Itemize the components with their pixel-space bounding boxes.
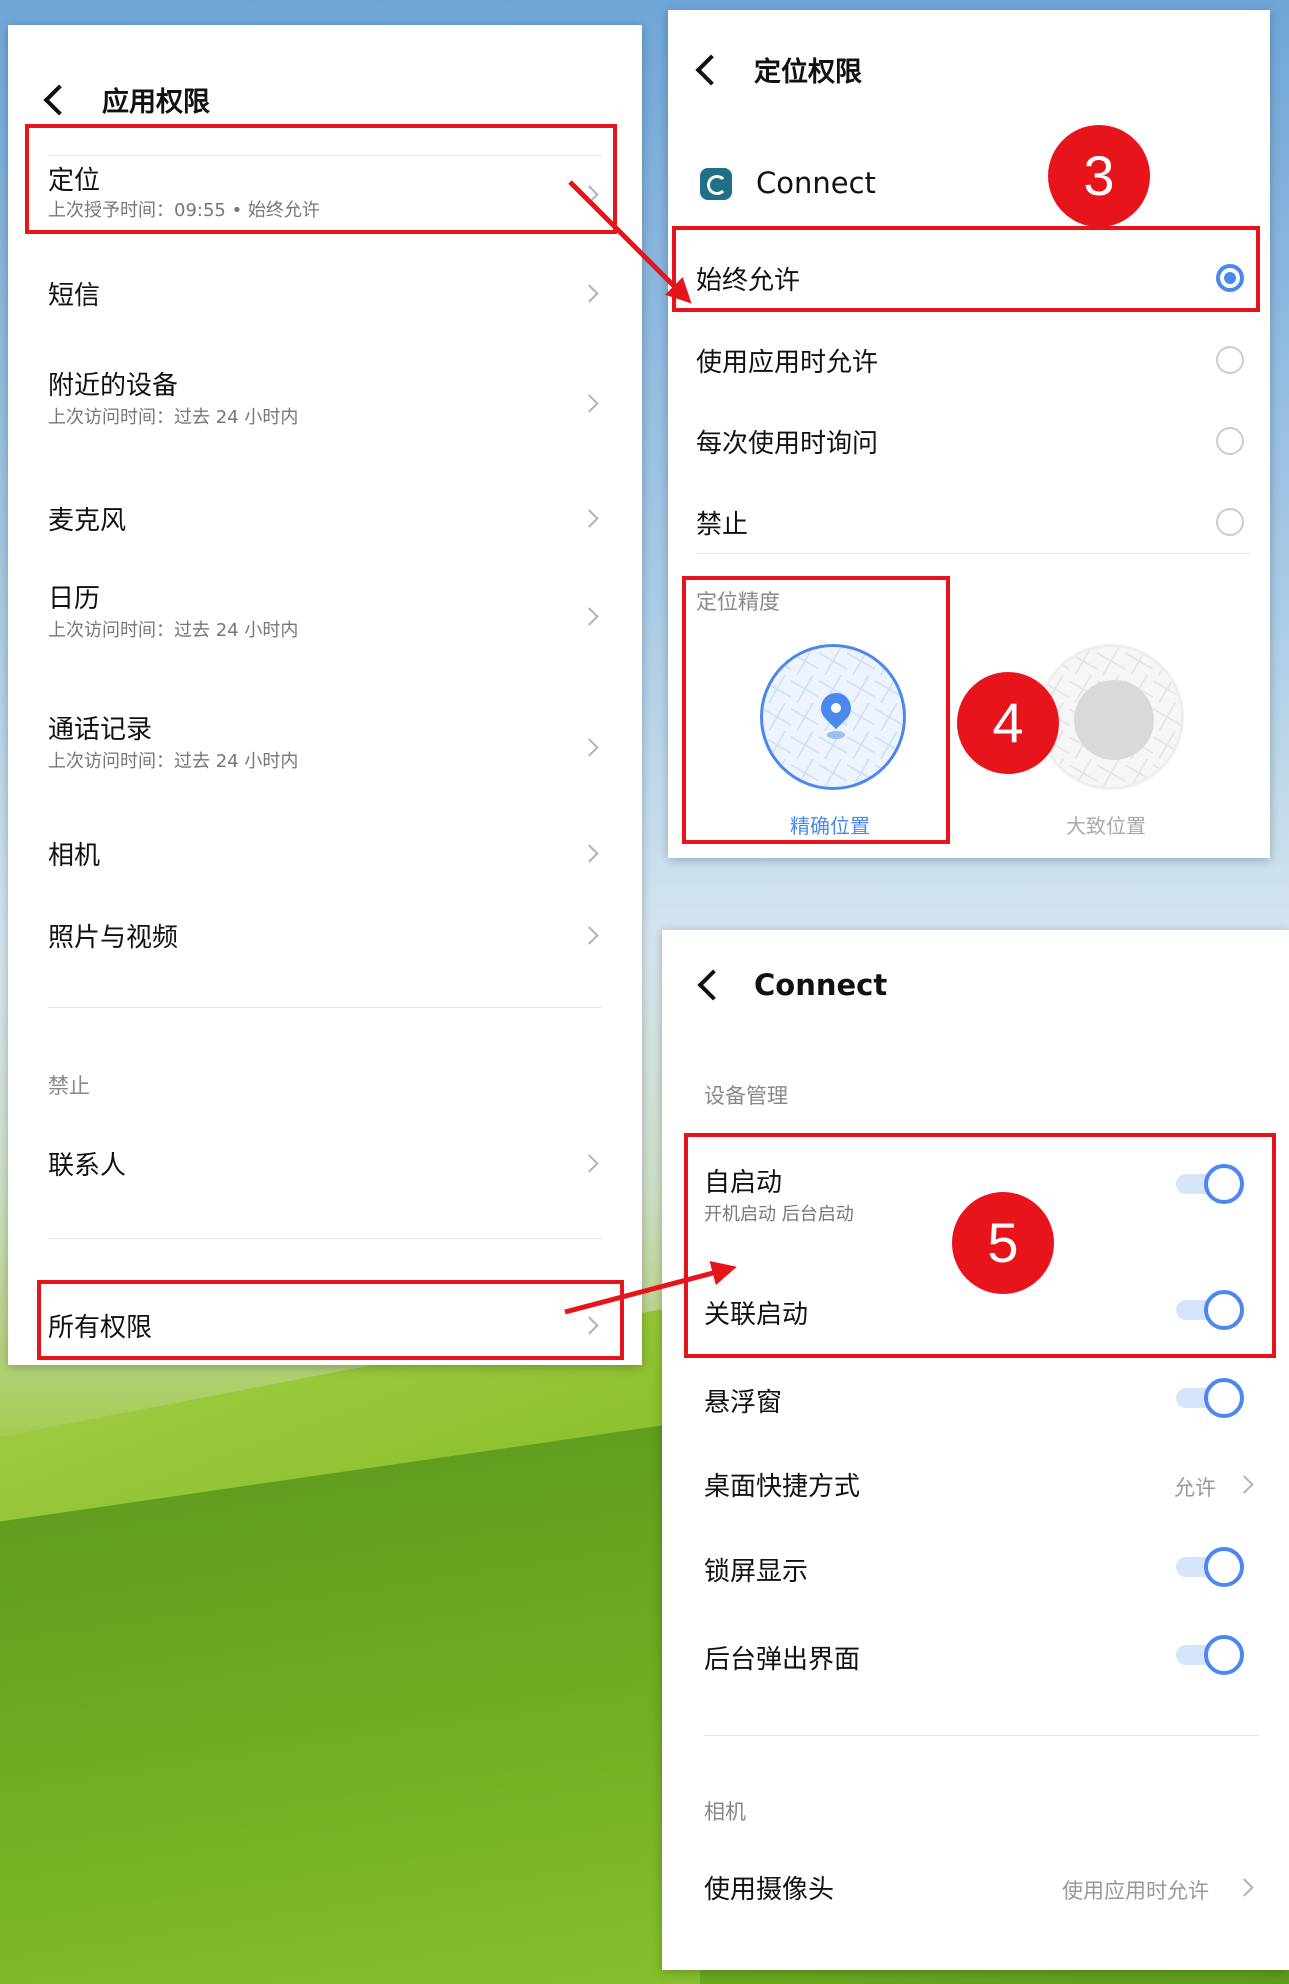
item-title: 照片与视频: [48, 923, 179, 953]
item-title: 锁屏显示: [704, 1557, 809, 1587]
item-subtitle: 上次访问时间：过去 24 小时内: [48, 620, 299, 641]
option-ask-every-time[interactable]: 每次使用时询问: [668, 411, 1270, 471]
item-title: 相机: [48, 841, 101, 871]
setting-floating-window[interactable]: 悬浮窗: [662, 1378, 1289, 1438]
item-value: 使用应用时允许: [1062, 1879, 1209, 1903]
radio-unselected[interactable]: [1216, 508, 1244, 536]
highlight-precise-location: [682, 576, 950, 844]
approximate-location-option[interactable]: [1038, 644, 1184, 790]
permission-item-microphone[interactable]: 麦克风: [8, 490, 642, 550]
section-label-device: 设备管理: [704, 1084, 788, 1108]
item-title: 通话记录: [48, 715, 153, 745]
approximate-location-label: 大致位置: [1066, 814, 1146, 838]
chevron-right-icon: [580, 738, 599, 757]
option-label: 禁止: [696, 510, 749, 540]
item-subtitle: 上次访问时间：过去 24 小时内: [48, 751, 299, 772]
highlight-all-permissions: [37, 1280, 624, 1360]
connect-app-icon: [700, 168, 732, 200]
chevron-right-icon: [580, 394, 599, 413]
page-title: 应用权限: [102, 87, 210, 118]
back-icon[interactable]: [43, 83, 75, 116]
chevron-right-icon: [580, 1154, 599, 1173]
floating-window-toggle[interactable]: [1176, 1378, 1244, 1418]
step-badge-5: 5: [952, 1192, 1054, 1294]
chevron-right-icon: [580, 509, 599, 528]
item-title: 附近的设备: [48, 371, 179, 401]
item-title: 悬浮窗: [704, 1388, 783, 1418]
item-title: 桌面快捷方式: [704, 1472, 861, 1502]
setting-background-popup[interactable]: 后台弹出界面: [662, 1635, 1289, 1695]
connect-app-settings-panel: Connect 设备管理 自启动 开机启动 后台启动 关联启动 悬浮窗 桌面快捷…: [662, 930, 1289, 1970]
divider: [704, 1735, 1259, 1736]
setting-lock-screen-display[interactable]: 锁屏显示: [662, 1547, 1289, 1607]
chevron-right-icon: [580, 926, 599, 945]
item-title: 联系人: [48, 1151, 127, 1181]
app-name: Connect: [756, 166, 876, 200]
chevron-right-icon: [1235, 1878, 1254, 1897]
header: 定位权限: [695, 50, 862, 89]
item-title: 短信: [48, 281, 101, 311]
item-value: 允许: [1174, 1476, 1216, 1500]
item-title: 日历: [48, 584, 101, 614]
chevron-right-icon: [580, 284, 599, 303]
setting-use-camera[interactable]: 使用摄像头 使用应用时允许: [662, 1865, 1289, 1925]
header: 应用权限: [43, 80, 210, 119]
chevron-right-icon: [580, 844, 599, 863]
section-label-camera: 相机: [704, 1800, 746, 1824]
page-title: Connect: [754, 968, 888, 1002]
approximate-area-icon: [1074, 680, 1154, 760]
item-subtitle: 上次访问时间：过去 24 小时内: [48, 407, 299, 428]
option-label: 使用应用时允许: [696, 348, 879, 378]
chevron-right-icon: [1235, 1475, 1254, 1494]
background-popup-toggle[interactable]: [1176, 1635, 1244, 1675]
item-title: 后台弹出界面: [704, 1645, 861, 1675]
permission-item-sms[interactable]: 短信: [8, 265, 642, 325]
divider: [48, 1238, 602, 1239]
permission-item-calendar[interactable]: 日历 上次访问时间：过去 24 小时内: [8, 578, 642, 658]
chevron-right-icon: [580, 607, 599, 626]
divider: [48, 1007, 602, 1008]
permission-item-camera[interactable]: 相机: [8, 825, 642, 885]
radio-unselected[interactable]: [1216, 427, 1244, 455]
page-title: 定位权限: [754, 57, 862, 88]
back-icon[interactable]: [695, 53, 727, 86]
option-label: 每次使用时询问: [696, 429, 879, 459]
section-label-denied: 禁止: [48, 1074, 90, 1098]
step-badge-3: 3: [1048, 125, 1150, 227]
permission-item-call-log[interactable]: 通话记录 上次访问时间：过去 24 小时内: [8, 709, 642, 789]
option-deny[interactable]: 禁止: [668, 492, 1270, 552]
setting-desktop-shortcut[interactable]: 桌面快捷方式 允许: [662, 1462, 1289, 1522]
item-title: 麦克风: [48, 506, 127, 536]
lock-screen-toggle[interactable]: [1176, 1547, 1244, 1587]
radio-unselected[interactable]: [1216, 346, 1244, 374]
back-icon[interactable]: [697, 969, 729, 1001]
item-title: 使用摄像头: [704, 1875, 835, 1905]
step-badge-4: 4: [957, 672, 1059, 774]
option-allow-while-using[interactable]: 使用应用时允许: [668, 330, 1270, 390]
divider: [696, 553, 1250, 554]
permission-item-contacts[interactable]: 联系人: [8, 1135, 642, 1195]
permission-item-photos-videos[interactable]: 照片与视频: [8, 907, 642, 967]
permission-item-nearby-devices[interactable]: 附近的设备 上次访问时间：过去 24 小时内: [8, 365, 642, 445]
highlight-location-item: [25, 124, 617, 234]
highlight-always-allow: [672, 226, 1260, 312]
header: Connect: [697, 968, 888, 1002]
